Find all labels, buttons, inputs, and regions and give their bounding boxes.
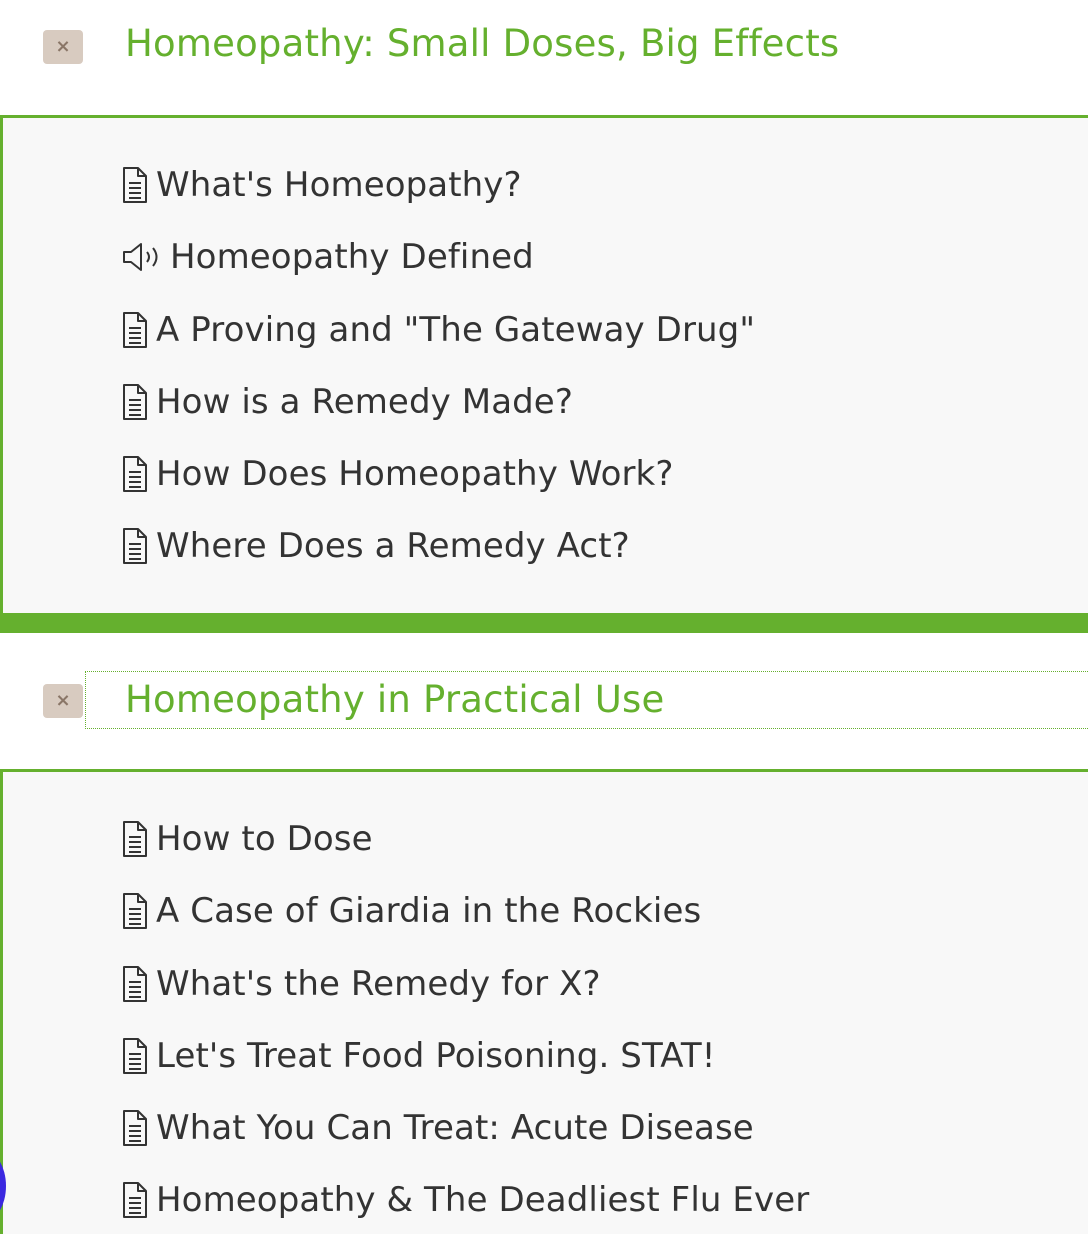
lesson-title: Where Does a Remedy Act? — [156, 526, 630, 566]
lesson-title: What's the Remedy for X? — [156, 964, 601, 1004]
document-icon — [120, 166, 150, 204]
lesson-title: What You Can Treat: Acute Disease — [156, 1108, 754, 1148]
lesson-title: Homeopathy & The Deadliest Flu Ever — [156, 1180, 810, 1220]
lesson-item[interactable]: A Case of Giardia in the Rockies — [120, 888, 701, 934]
lesson-title: How is a Remedy Made? — [156, 382, 573, 422]
document-icon — [120, 1109, 150, 1147]
lesson-item[interactable]: A Proving and "The Gateway Drug" — [120, 307, 755, 353]
lesson-title: A Proving and "The Gateway Drug" — [156, 310, 756, 350]
lesson-item[interactable]: What You Can Treat: Acute Disease — [120, 1105, 754, 1151]
document-icon — [120, 1181, 150, 1219]
lesson-item[interactable]: How to Dose — [120, 816, 373, 862]
close-icon: × — [55, 36, 71, 57]
section-title: Homeopathy: Small Doses, Big Effects — [125, 22, 840, 65]
document-icon — [120, 965, 150, 1003]
document-icon — [120, 820, 150, 858]
lesson-item[interactable]: Where Does a Remedy Act? — [120, 523, 630, 569]
lesson-item[interactable]: Let's Treat Food Poisoning. STAT! — [120, 1033, 716, 1079]
lesson-title: A Case of Giardia in the Rockies — [156, 891, 702, 931]
lesson-item[interactable]: What's the Remedy for X? — [120, 961, 601, 1007]
collapse-section-button[interactable]: × — [43, 684, 83, 718]
lesson-list-practical-use: How to Dose A Case of Giardia in the Roc… — [3, 772, 1088, 1234]
section-divider — [0, 613, 1088, 633]
document-icon — [120, 1037, 150, 1075]
lesson-item[interactable]: How is a Remedy Made? — [120, 379, 573, 425]
close-icon: × — [55, 690, 71, 711]
section-header-practical-use[interactable]: × Homeopathy in Practical Use — [0, 633, 1088, 772]
document-icon — [120, 527, 150, 565]
lesson-item[interactable]: How Does Homeopathy Work? — [120, 451, 673, 497]
document-icon — [120, 455, 150, 493]
lesson-item[interactable]: Homeopathy Defined — [120, 234, 534, 280]
lesson-item[interactable]: What's Homeopathy? — [120, 162, 522, 208]
lesson-list-small-doses: What's Homeopathy? Homeopathy Defined A … — [3, 118, 1088, 613]
speaker-icon — [120, 238, 164, 276]
section-title: Homeopathy in Practical Use — [125, 678, 665, 721]
document-icon — [120, 311, 150, 349]
lesson-title: How to Dose — [156, 819, 373, 859]
course-curriculum: × Homeopathy: Small Doses, Big Effects W… — [0, 0, 1088, 1234]
section-header-small-doses[interactable]: × Homeopathy: Small Doses, Big Effects — [0, 0, 1088, 118]
lesson-title: How Does Homeopathy Work? — [156, 454, 674, 494]
document-icon — [120, 383, 150, 421]
lesson-title: Let's Treat Food Poisoning. STAT! — [156, 1036, 716, 1076]
lesson-item[interactable]: Homeopathy & The Deadliest Flu Ever — [120, 1177, 809, 1223]
collapse-section-button[interactable]: × — [43, 30, 83, 64]
lesson-title: What's Homeopathy? — [156, 165, 522, 205]
lesson-title: Homeopathy Defined — [170, 237, 534, 277]
document-icon — [120, 892, 150, 930]
